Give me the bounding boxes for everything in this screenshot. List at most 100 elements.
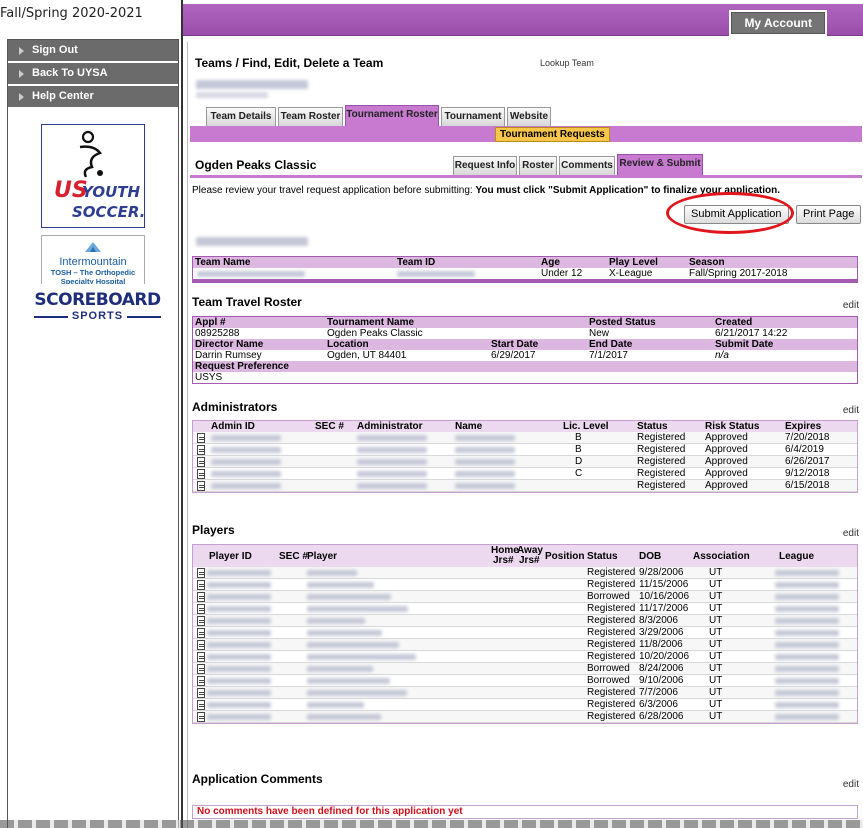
player-row: Borrowed 10/16/2006 UT [193,591,857,603]
my-account-wrap: My Account [729,10,827,36]
document-icon[interactable] [197,433,205,443]
team-info-row: Under 12 X-League Fall/Spring 2017-2018 [193,268,857,279]
tab-roster[interactable]: Roster [519,156,557,175]
document-icon[interactable] [197,640,205,650]
us-youth-soccer-logo[interactable]: US YOUTH SOCCER. [41,124,145,228]
tab-team-roster[interactable]: Team Roster [278,107,343,126]
tab-tournament[interactable]: Tournament [441,107,505,126]
team-info-header: Team Name Team ID Age Play Level Season [193,257,857,268]
tab-review-submit[interactable]: Review & Submit [617,154,703,175]
intermountain-subtitle-1: TOSH – The Orthopedic [50,268,136,277]
redacted-admin-role [357,483,427,489]
player-status: Registered [587,687,636,698]
document-icon[interactable] [197,664,205,674]
redacted-player-id [207,618,271,624]
player-row: Registered 7/7/2006 UT [193,687,857,699]
sign-out-link[interactable]: Sign Out [8,40,178,63]
document-icon[interactable] [197,445,205,455]
document-icon[interactable] [197,568,205,578]
tab-request-info[interactable]: Request Info [453,156,517,175]
player-association: UT [709,651,723,662]
player-association: UT [709,639,723,650]
document-icon[interactable] [197,481,205,491]
player-status: Registered [587,651,636,662]
print-page-button[interactable]: Print Page [796,205,862,224]
request-preference-value: USYS [195,372,223,383]
administrators-title: Administrators [192,400,278,414]
player-association: UT [709,579,723,590]
document-icon[interactable] [197,712,205,722]
player-row: Borrowed 8/24/2006 UT [193,663,857,675]
scoreboard-sports-logo[interactable]: SCOREBOARD SPORTS [30,284,165,346]
admin-status: Registered [637,444,686,455]
redacted-player-id [207,570,271,576]
redacted-admin-name [455,459,515,465]
tournament-name-heading: Ogden Peaks Classic [195,158,317,172]
redacted-player-id [207,654,271,660]
redacted-player-id [207,714,271,720]
col-created: Created [715,317,753,328]
appl-number: 08925288 [195,328,240,339]
redacted-team-name [196,80,308,89]
col-sec: SEC # [315,421,344,432]
col-administrator: Administrator [357,421,423,432]
col-player-status: Status [587,551,618,562]
tab-team-details[interactable]: Team Details [206,107,276,126]
lookup-team-link[interactable]: Lookup Team [540,58,594,68]
help-center-label: Help Center [32,90,94,102]
redacted-admin-id [211,447,281,453]
admin-lic-level: C [575,468,583,479]
submit-application-button[interactable]: Submit Application [684,205,789,224]
redacted-player-league [775,630,839,636]
player-row: Borrowed 9/10/2006 UT [193,675,857,687]
player-association: UT [709,603,723,614]
start-date-value: 6/29/2017 [491,350,536,361]
player-row: Registered 8/3/2006 UT [193,615,857,627]
document-icon[interactable] [197,469,205,479]
document-icon[interactable] [197,628,205,638]
admin-lic-level: B [575,444,582,455]
redacted-player-name [307,642,399,648]
team-season: Fall/Spring 2017-2018 [689,268,788,279]
soccer-player-icon: US YOUTH SOCCER. [54,130,145,221]
admin-status: Registered [637,432,686,443]
tab-tournament-roster[interactable]: Tournament Roster [345,105,439,126]
player-row: Registered 3/29/2006 UT [193,627,857,639]
travel-values-2: Darrin Rumsey Ogden, UT 84401 6/29/2017 … [193,350,857,361]
tab-comments[interactable]: Comments [559,156,615,175]
document-icon[interactable] [197,688,205,698]
scoreboard-text: SCOREBOARD [34,290,161,310]
admin-row: C Registered Approved 9/12/2018 [193,468,857,480]
administrators-edit-link[interactable]: edit [843,405,859,416]
back-to-uysa-link[interactable]: Back To UYSA [8,63,178,86]
redacted-player-name [307,714,381,720]
help-center-link[interactable]: Help Center [8,86,178,109]
col-expires: Expires [785,421,822,432]
comments-edit-link[interactable]: edit [843,779,859,790]
document-icon[interactable] [197,592,205,602]
admin-status: Registered [637,468,686,479]
players-edit-link[interactable]: edit [843,528,859,539]
tournament-requests-button[interactable]: Tournament Requests [495,127,610,142]
redacted-player-league [775,594,839,600]
document-icon[interactable] [197,604,205,614]
document-icon[interactable] [197,457,205,467]
col-tournament-name: Tournament Name [327,317,415,328]
administrators-header: Admin ID SEC # Administrator Name Lic. L… [193,421,857,432]
col-lic-level: Lic. Level [563,421,609,432]
col-age: Age [541,257,560,268]
redacted-player-league [775,570,839,576]
document-icon[interactable] [197,676,205,686]
player-association: UT [709,567,723,578]
player-status: Registered [587,603,636,614]
created-value: 6/21/2017 14:22 [715,328,788,339]
travel-roster-edit-link[interactable]: edit [843,300,859,311]
players-header: Player ID SEC # Player Home Jrs# Away Jr… [193,545,857,567]
document-icon[interactable] [197,700,205,710]
document-icon[interactable] [197,580,205,590]
document-icon[interactable] [197,652,205,662]
document-icon[interactable] [197,616,205,626]
my-account-button[interactable]: My Account [731,12,825,34]
redacted-player-league [775,678,839,684]
tab-website[interactable]: Website [507,107,551,126]
